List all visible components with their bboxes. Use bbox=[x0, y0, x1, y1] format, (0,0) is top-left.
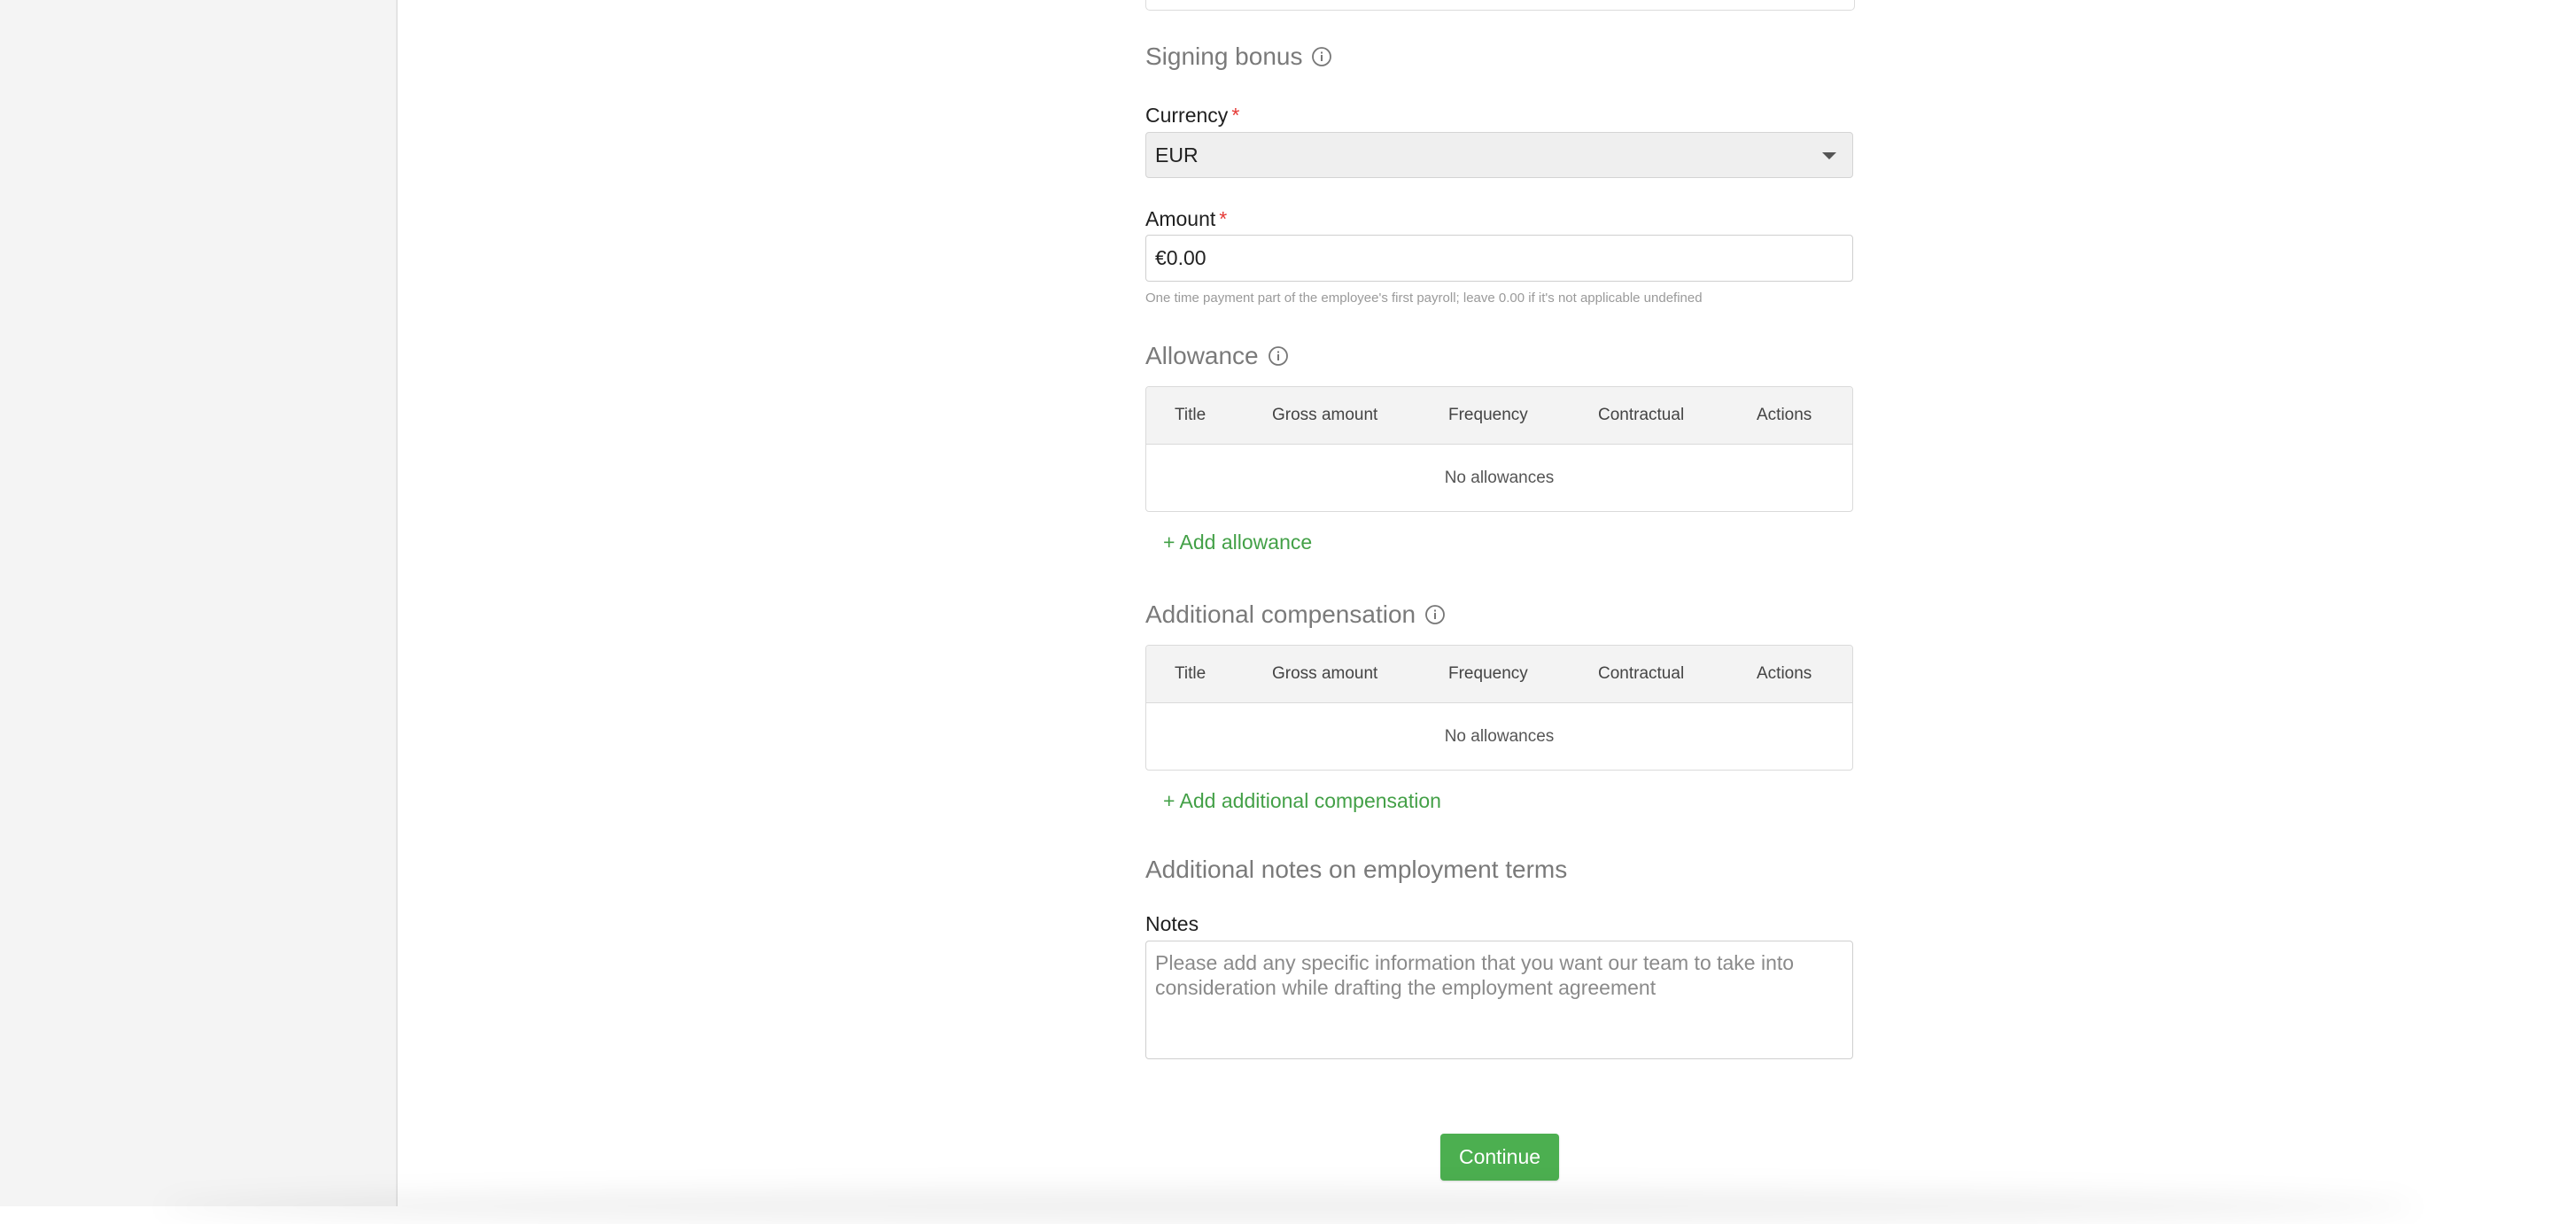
notes-textarea[interactable]: Please add any specific information that… bbox=[1145, 941, 1853, 1059]
chevron-down-icon bbox=[1822, 152, 1836, 159]
info-icon[interactable] bbox=[1311, 46, 1332, 67]
empty-state: No allowances bbox=[1444, 727, 1555, 746]
column-header-frequency: Frequency bbox=[1448, 664, 1528, 683]
column-header-actions: Actions bbox=[1757, 664, 1812, 683]
amount-hint: One time payment part of the employee's … bbox=[1145, 291, 1703, 306]
signing-bonus-heading: Signing bonus bbox=[1145, 43, 1332, 71]
required-marker: * bbox=[1219, 207, 1228, 230]
column-header-contractual: Contractual bbox=[1598, 406, 1685, 424]
currency-value: EUR bbox=[1155, 143, 1199, 167]
table-header: Title Gross amount Frequency Contractual… bbox=[1146, 646, 1852, 703]
add-additional-compensation-button[interactable]: + Add additional compensation bbox=[1163, 789, 1441, 813]
allowance-table: Title Gross amount Frequency Contractual… bbox=[1145, 386, 1853, 512]
column-header-gross-amount: Gross amount bbox=[1272, 406, 1378, 424]
allowance-title: Allowance bbox=[1145, 342, 1259, 369]
allowance-heading: Allowance bbox=[1145, 342, 1289, 370]
column-header-frequency: Frequency bbox=[1448, 406, 1528, 424]
column-header-title: Title bbox=[1175, 664, 1207, 683]
additional-compensation-title: Additional compensation bbox=[1145, 600, 1416, 628]
amount-label: Amount * bbox=[1145, 207, 1228, 230]
info-icon[interactable] bbox=[1268, 345, 1289, 367]
table-header: Title Gross amount Frequency Contractual… bbox=[1146, 387, 1852, 445]
column-header-gross-amount: Gross amount bbox=[1272, 664, 1378, 683]
continue-button[interactable]: Continue bbox=[1440, 1134, 1559, 1181]
column-header-actions: Actions bbox=[1757, 406, 1812, 424]
currency-label: Currency * bbox=[1145, 104, 1240, 127]
amount-input[interactable]: €0.00 bbox=[1145, 235, 1853, 282]
amount-value: €0.00 bbox=[1155, 246, 1207, 269]
signing-bonus-title: Signing bonus bbox=[1145, 43, 1303, 70]
previous-field-edge bbox=[1145, 0, 1855, 11]
additional-notes-heading: Additional notes on employment terms bbox=[1145, 856, 1567, 884]
notes-placeholder: Please add any specific information that… bbox=[1155, 951, 1795, 999]
additional-notes-title: Additional notes on employment terms bbox=[1145, 856, 1568, 883]
notes-label: Notes bbox=[1145, 912, 1199, 935]
column-header-title: Title bbox=[1175, 406, 1207, 424]
required-marker: * bbox=[1231, 104, 1240, 127]
info-icon[interactable] bbox=[1424, 604, 1446, 625]
additional-compensation-heading: Additional compensation bbox=[1145, 600, 1446, 629]
currency-select[interactable]: EUR bbox=[1145, 132, 1853, 178]
empty-state: No allowances bbox=[1444, 469, 1555, 487]
left-sidebar bbox=[0, 0, 398, 1206]
additional-compensation-table: Title Gross amount Frequency Contractual… bbox=[1145, 645, 1853, 771]
add-allowance-button[interactable]: + Add allowance bbox=[1163, 531, 1312, 554]
footer-shadow bbox=[159, 1189, 2417, 1224]
column-header-contractual: Contractual bbox=[1598, 664, 1685, 683]
